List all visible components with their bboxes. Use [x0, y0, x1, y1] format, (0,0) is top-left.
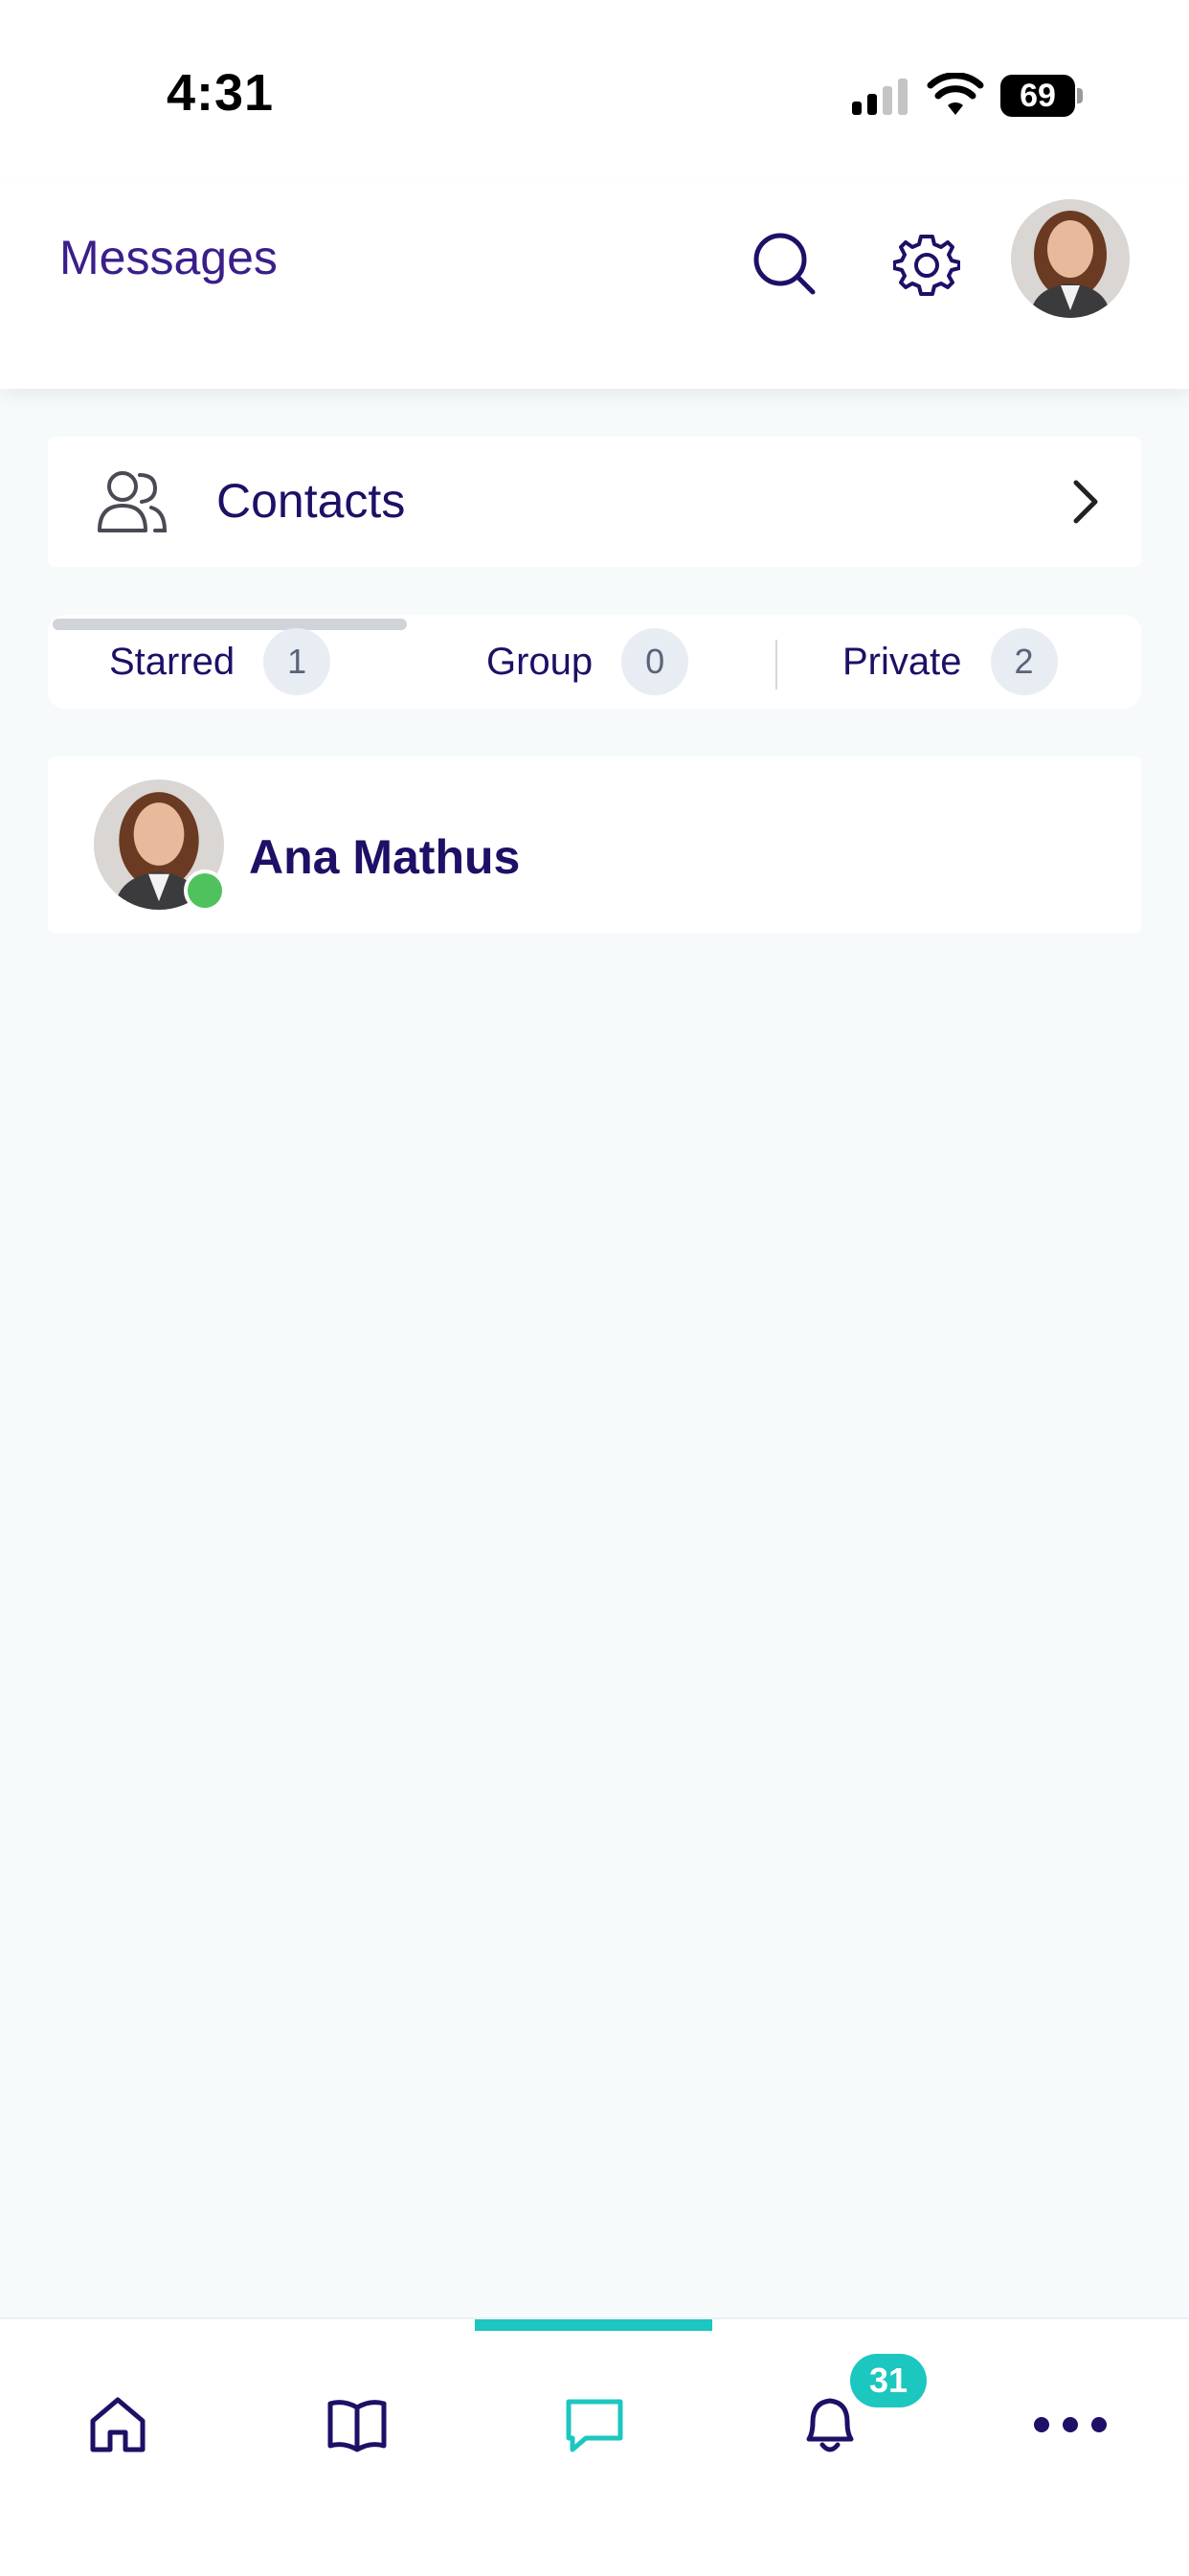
- tab-label: Private: [842, 640, 962, 683]
- tab-starred[interactable]: Starred 1: [109, 615, 331, 709]
- online-status-dot: [184, 870, 226, 912]
- contact-name: Ana Mathus: [249, 830, 521, 884]
- tab-count-badge: 2: [990, 628, 1058, 695]
- home-icon: [90, 2397, 146, 2452]
- message-tabs: Starred 1 Group 0 Private 2: [48, 615, 1141, 709]
- contacts-label: Contacts: [216, 474, 406, 528]
- tab-group[interactable]: Group 0: [486, 615, 689, 709]
- battery-level: 69: [1000, 75, 1075, 117]
- users-icon: [98, 471, 168, 532]
- tab-label: Starred: [109, 640, 236, 683]
- nav-book[interactable]: [300, 2367, 415, 2482]
- chevron-right-icon: [1073, 480, 1098, 524]
- book-icon: [327, 2400, 387, 2452]
- signal-icon: [852, 79, 908, 115]
- search-icon: [753, 233, 816, 295]
- gear-icon: [893, 235, 960, 296]
- bottom-nav: 31: [0, 2317, 1189, 2576]
- settings-button[interactable]: [888, 226, 965, 303]
- nav-more[interactable]: [1013, 2367, 1128, 2482]
- tab-count-badge: 0: [621, 628, 689, 695]
- tab-private[interactable]: Private 2: [842, 615, 1058, 709]
- battery-icon: 69: [1000, 75, 1085, 117]
- nav-chat[interactable]: [537, 2367, 652, 2482]
- tab-divider: [775, 640, 777, 689]
- user-avatar[interactable]: [1011, 199, 1130, 318]
- bell-icon: [806, 2398, 854, 2452]
- contacts-link[interactable]: Contacts: [48, 437, 1141, 567]
- search-button[interactable]: [747, 226, 823, 303]
- page-title: Messages: [59, 231, 278, 284]
- nav-active-indicator: [475, 2319, 712, 2331]
- status-bar: 4:31 69: [0, 0, 1189, 182]
- notification-badge: 31: [850, 2354, 927, 2407]
- tab-count-badge: 1: [263, 628, 331, 695]
- status-time: 4:31: [167, 64, 275, 122]
- more-icon: [1034, 2417, 1107, 2432]
- wifi-icon: [927, 73, 984, 115]
- chat-icon: [566, 2399, 623, 2452]
- app-header: Messages: [0, 182, 1189, 389]
- nav-home[interactable]: [60, 2367, 175, 2482]
- tab-label: Group: [486, 640, 594, 683]
- conversation-item[interactable]: Ana Mathus: [48, 757, 1141, 933]
